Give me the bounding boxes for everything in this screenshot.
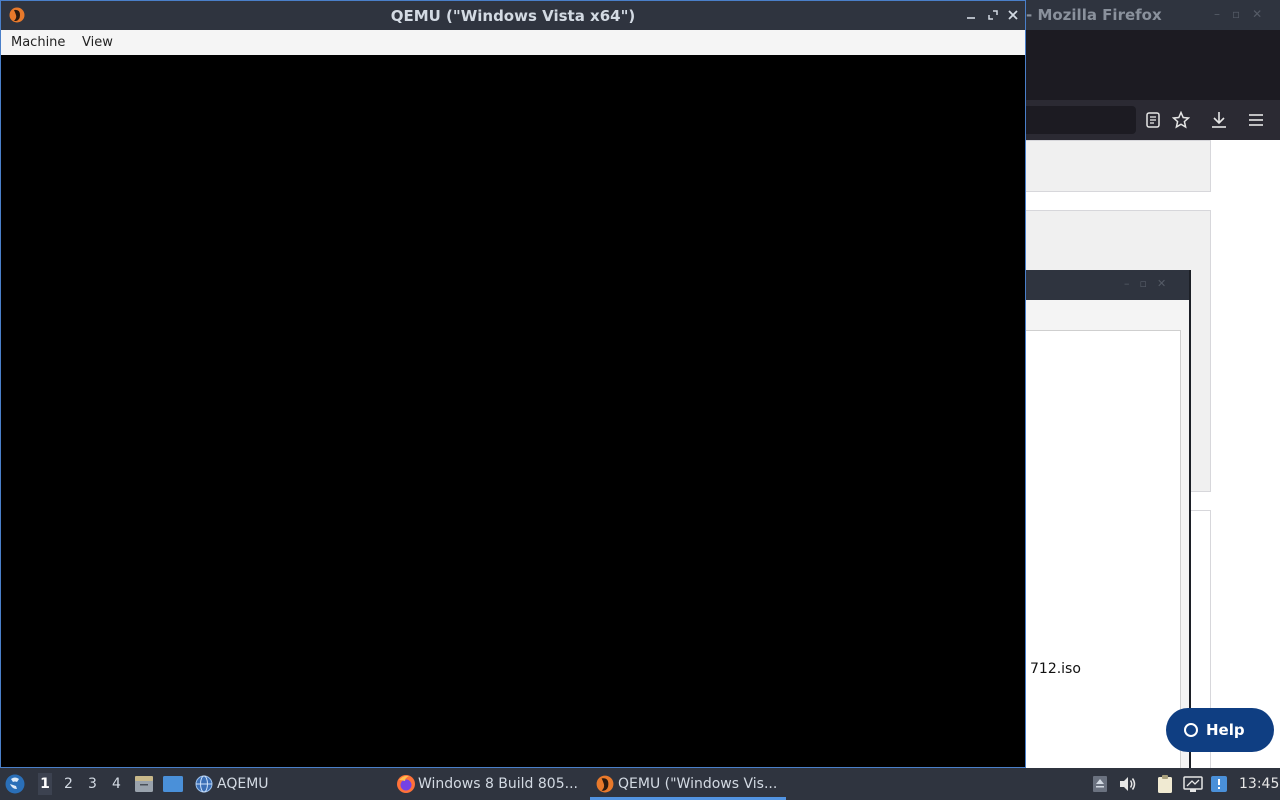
qemu-titlebar[interactable]: QEMU ("Windows Vista x64") <box>1 1 1025 30</box>
task-qemu[interactable]: QEMU ("Windows Vis... <box>596 768 777 800</box>
close-button[interactable] <box>1004 6 1022 24</box>
menu-machine[interactable]: Machine <box>11 35 65 50</box>
minimize-icon <box>967 17 975 19</box>
firefox-window: - Mozilla Firefox –▫✕ –▫✕ 712.iso Help <box>1026 0 1280 768</box>
volume-icon <box>1120 777 1136 791</box>
downloads-icon[interactable] <box>1205 106 1233 134</box>
start-menu-icon <box>5 774 25 794</box>
qemu-window-title: QEMU ("Windows Vista x64") <box>390 7 636 25</box>
workspace-4[interactable]: 4 <box>112 776 121 792</box>
eject-icon <box>1093 776 1107 792</box>
dialog-window-controls[interactable]: –▫✕ <box>1124 277 1176 290</box>
clock[interactable]: 13:45 <box>1239 776 1279 792</box>
restore-icon <box>988 10 998 20</box>
aqemu-icon <box>195 775 213 793</box>
tray-volume[interactable] <box>1119 768 1137 800</box>
reader-view-icon[interactable] <box>1139 106 1167 134</box>
help-button[interactable]: Help <box>1166 708 1274 752</box>
qemu-icon <box>596 775 614 793</box>
tray-clipboard[interactable] <box>1156 768 1174 800</box>
tray-network[interactable] <box>1183 768 1203 800</box>
minimize-button[interactable] <box>962 6 980 24</box>
hamburger-menu-icon[interactable] <box>1242 106 1270 134</box>
start-menu-button[interactable] <box>4 768 26 800</box>
file-manager-icon <box>135 776 153 792</box>
workspace-2[interactable]: 2 <box>64 776 73 792</box>
clipboard-icon <box>1158 775 1172 793</box>
vm-display[interactable] <box>1 55 1025 767</box>
tray-updates[interactable] <box>1210 768 1228 800</box>
network-icon <box>1183 776 1203 792</box>
firefox-icon <box>397 775 415 793</box>
bookmark-star-icon[interactable] <box>1167 106 1195 134</box>
firefox-window-controls[interactable]: –▫✕ <box>1214 7 1274 21</box>
dialog-titlebar[interactable]: –▫✕ <box>1026 270 1189 300</box>
menu-view[interactable]: View <box>82 35 113 50</box>
aqemu-label: AQEMU <box>217 776 269 792</box>
help-circle-icon <box>1184 723 1198 737</box>
desktop-icon <box>163 776 183 792</box>
taskbar: 1 2 3 4 AQEMU Windows 8 Build 805... QEM… <box>0 768 1280 800</box>
task-firefox[interactable]: Windows 8 Build 805... <box>396 768 578 800</box>
qemu-menubar: Machine View <box>1 30 1025 55</box>
firefox-titlebar[interactable]: - Mozilla Firefox –▫✕ <box>1026 0 1280 30</box>
maximize-button[interactable] <box>984 6 1002 24</box>
firefox-window-title: - Mozilla Firefox <box>1026 6 1162 24</box>
help-button-label: Help <box>1206 721 1245 739</box>
file-manager-launcher[interactable] <box>134 768 154 800</box>
workspace-3[interactable]: 3 <box>88 776 97 792</box>
show-desktop-launcher[interactable] <box>162 768 184 800</box>
page-card <box>1026 140 1211 192</box>
task-qemu-label: QEMU ("Windows Vis... <box>618 776 778 792</box>
close-icon <box>1008 10 1018 20</box>
workspace-1[interactable]: 1 <box>38 773 52 795</box>
firefox-tabstrip <box>1026 30 1280 100</box>
background-dialog: –▫✕ <box>1026 270 1191 768</box>
firefox-url-bar[interactable] <box>1026 106 1136 134</box>
update-notifier-icon <box>1211 776 1227 792</box>
task-firefox-label: Windows 8 Build 805... <box>418 776 578 792</box>
qemu-window: QEMU ("Windows Vista x64") Machine View <box>0 0 1026 768</box>
dialog-panel <box>1026 330 1181 768</box>
aqemu-launcher[interactable]: AQEMU <box>195 768 269 800</box>
iso-filename-fragment: 712.iso <box>1030 661 1081 677</box>
tray-notifications[interactable] <box>1092 768 1108 800</box>
